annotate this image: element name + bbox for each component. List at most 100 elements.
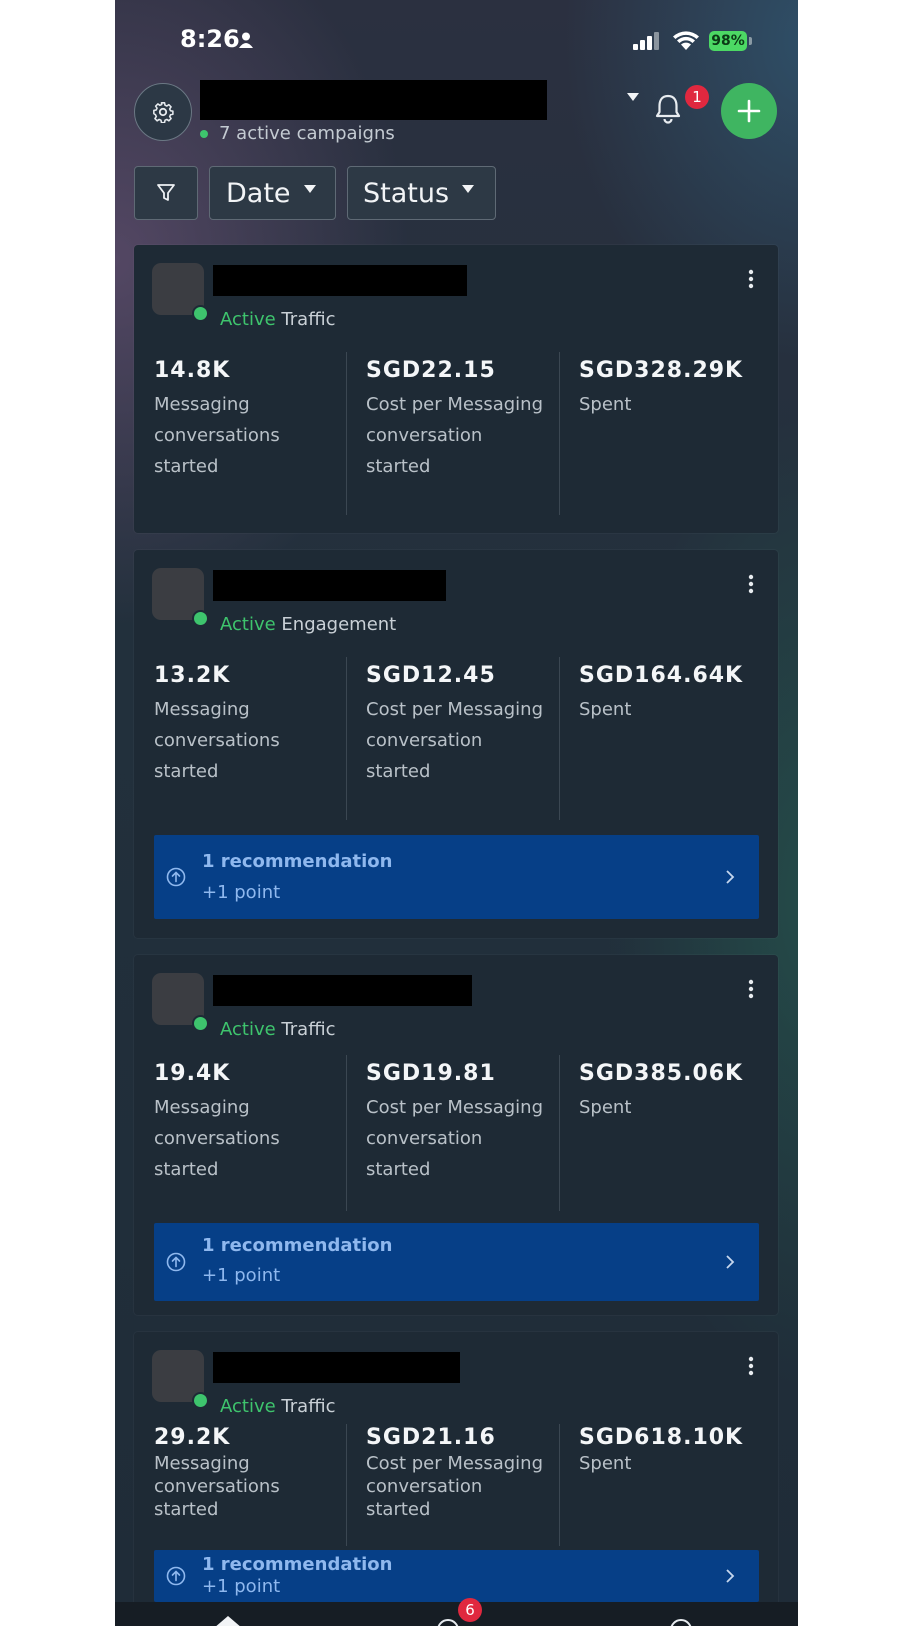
cost-value: SGD12.45 (366, 663, 496, 688)
spent-metric: SGD328.29K Spent (579, 352, 764, 420)
recommendation-title: 1 recommendation (202, 1235, 393, 1256)
account-icon[interactable] (668, 1614, 694, 1626)
account-name-redacted[interactable] (200, 80, 547, 120)
active-status-dot (192, 1015, 209, 1032)
cost-label: Cost per Messaging conversation started (366, 1097, 544, 1180)
chevron-right-icon (726, 1569, 735, 1583)
cost-value: SGD21.16 (366, 1425, 496, 1450)
active-status-dot (192, 1392, 209, 1409)
campaign-card[interactable]: Active Traffic 19.4K Messaging conversat… (134, 955, 778, 1315)
spent-label: Spent (579, 1453, 632, 1474)
active-status-dot (192, 305, 209, 322)
filter-button[interactable] (134, 166, 198, 220)
date-filter-dropdown[interactable]: Date (209, 166, 336, 220)
campaign-card[interactable]: Active Traffic 29.2K Messaging conversat… (134, 1332, 778, 1626)
campaign-status-line: Active Engagement (220, 614, 396, 635)
results-metric: 14.8K Messaging conversations started (154, 352, 334, 482)
status-filter-dropdown[interactable]: Status (347, 166, 496, 220)
campaign-status: Active (220, 1019, 276, 1040)
metric-divider (346, 1055, 347, 1211)
campaign-metrics: 14.8K Messaging conversations started SG… (134, 352, 778, 517)
spent-value: SGD164.64K (579, 663, 744, 688)
recommendation-title: 1 recommendation (202, 851, 393, 872)
settings-button[interactable] (134, 83, 192, 141)
create-campaign-button[interactable] (721, 83, 777, 139)
campaign-status: Active (220, 614, 276, 635)
campaign-name-redacted (213, 975, 472, 1006)
active-indicator-dot (200, 130, 208, 138)
results-value: 13.2K (154, 663, 231, 688)
results-value: 19.4K (154, 1061, 231, 1086)
cellular-signal-icon (633, 32, 659, 50)
recommendation-banner[interactable]: 1 recommendation +1 point (154, 835, 759, 919)
results-label: Messaging conversations started (154, 699, 280, 782)
recommendation-banner[interactable]: 1 recommendation +1 point (154, 1223, 759, 1301)
campaign-metrics: 13.2K Messaging conversations started SG… (134, 657, 778, 822)
more-options-icon[interactable] (748, 979, 754, 999)
cost-value: SGD19.81 (366, 1061, 496, 1086)
bottom-tab-bar: 6 (115, 1598, 798, 1626)
metric-divider (559, 1055, 560, 1211)
caret-down-icon (462, 185, 475, 193)
metric-divider (346, 657, 347, 820)
more-options-icon[interactable] (748, 1356, 754, 1376)
battery-cap (749, 37, 752, 45)
notifications-button[interactable] (648, 88, 688, 128)
cost-label: Cost per Messaging conversation started (366, 1453, 544, 1520)
spent-label: Spent (579, 699, 632, 720)
campaign-name-redacted (213, 570, 446, 601)
active-status-dot (192, 610, 209, 627)
campaign-objective: Engagement (281, 614, 397, 635)
caret-down-icon[interactable] (626, 92, 640, 102)
campaign-metrics: 29.2K Messaging conversations started SG… (134, 1424, 778, 1549)
plus-icon (737, 99, 761, 123)
status-time: 8:26 (180, 25, 240, 53)
recommendation-title: 1 recommendation (202, 1554, 393, 1575)
recommendation-banner[interactable]: 1 recommendation +1 point (154, 1550, 759, 1602)
results-label: Messaging conversations started (154, 394, 280, 477)
campaign-status-line: Active Traffic (220, 1396, 336, 1417)
active-campaigns-count: 7 active campaigns (219, 123, 395, 144)
results-metric: 29.2K Messaging conversations started (154, 1424, 334, 1521)
cost-metric: SGD19.81 Cost per Messaging conversation… (366, 1055, 546, 1185)
campaign-card[interactable]: Active Traffic 14.8K Messaging conversat… (134, 245, 778, 533)
status-filter-label: Status (363, 177, 450, 209)
recommendation-points: +1 point (202, 1265, 281, 1286)
spent-metric: SGD385.06K Spent (579, 1055, 764, 1123)
campaign-status: Active (220, 309, 276, 330)
notification-badge: 1 (685, 85, 709, 109)
results-label: Messaging conversations started (154, 1453, 280, 1520)
spent-metric: SGD164.64K Spent (579, 657, 764, 725)
wifi-icon (673, 31, 699, 50)
more-options-icon[interactable] (748, 269, 754, 289)
filter-bar: Date Status (115, 166, 798, 222)
results-metric: 13.2K Messaging conversations started (154, 657, 334, 787)
chevron-right-icon (726, 870, 735, 884)
campaign-name-redacted (213, 265, 467, 296)
date-filter-label: Date (226, 177, 291, 209)
cost-label: Cost per Messaging conversation started (366, 699, 544, 782)
cost-metric: SGD22.15 Cost per Messaging conversation… (366, 352, 546, 482)
spent-label: Spent (579, 394, 632, 415)
campaign-metrics: 19.4K Messaging conversations started SG… (134, 1055, 778, 1217)
campaign-card[interactable]: Active Engagement 13.2K Messaging conver… (134, 550, 778, 938)
results-value: 14.8K (154, 358, 231, 383)
spent-value: SGD328.29K (579, 358, 744, 383)
cost-metric: SGD12.45 Cost per Messaging conversation… (366, 657, 546, 787)
results-value: 29.2K (154, 1425, 231, 1450)
metric-divider (346, 352, 347, 515)
caret-down-icon (303, 185, 316, 193)
spent-value: SGD385.06K (579, 1061, 744, 1086)
home-icon[interactable] (211, 1612, 245, 1626)
gear-icon (153, 102, 174, 123)
messages-icon[interactable] (435, 1614, 461, 1626)
campaign-status-line: Active Traffic (220, 309, 336, 330)
spent-label: Spent (579, 1097, 632, 1118)
account-header: 7 active campaigns 1 (115, 80, 798, 150)
more-options-icon[interactable] (748, 574, 754, 594)
campaign-objective: Traffic (281, 1396, 336, 1417)
spent-metric: SGD618.10K Spent (579, 1424, 764, 1475)
metric-divider (346, 1424, 347, 1546)
chevron-right-icon (726, 1255, 735, 1269)
spent-value: SGD618.10K (579, 1425, 744, 1450)
